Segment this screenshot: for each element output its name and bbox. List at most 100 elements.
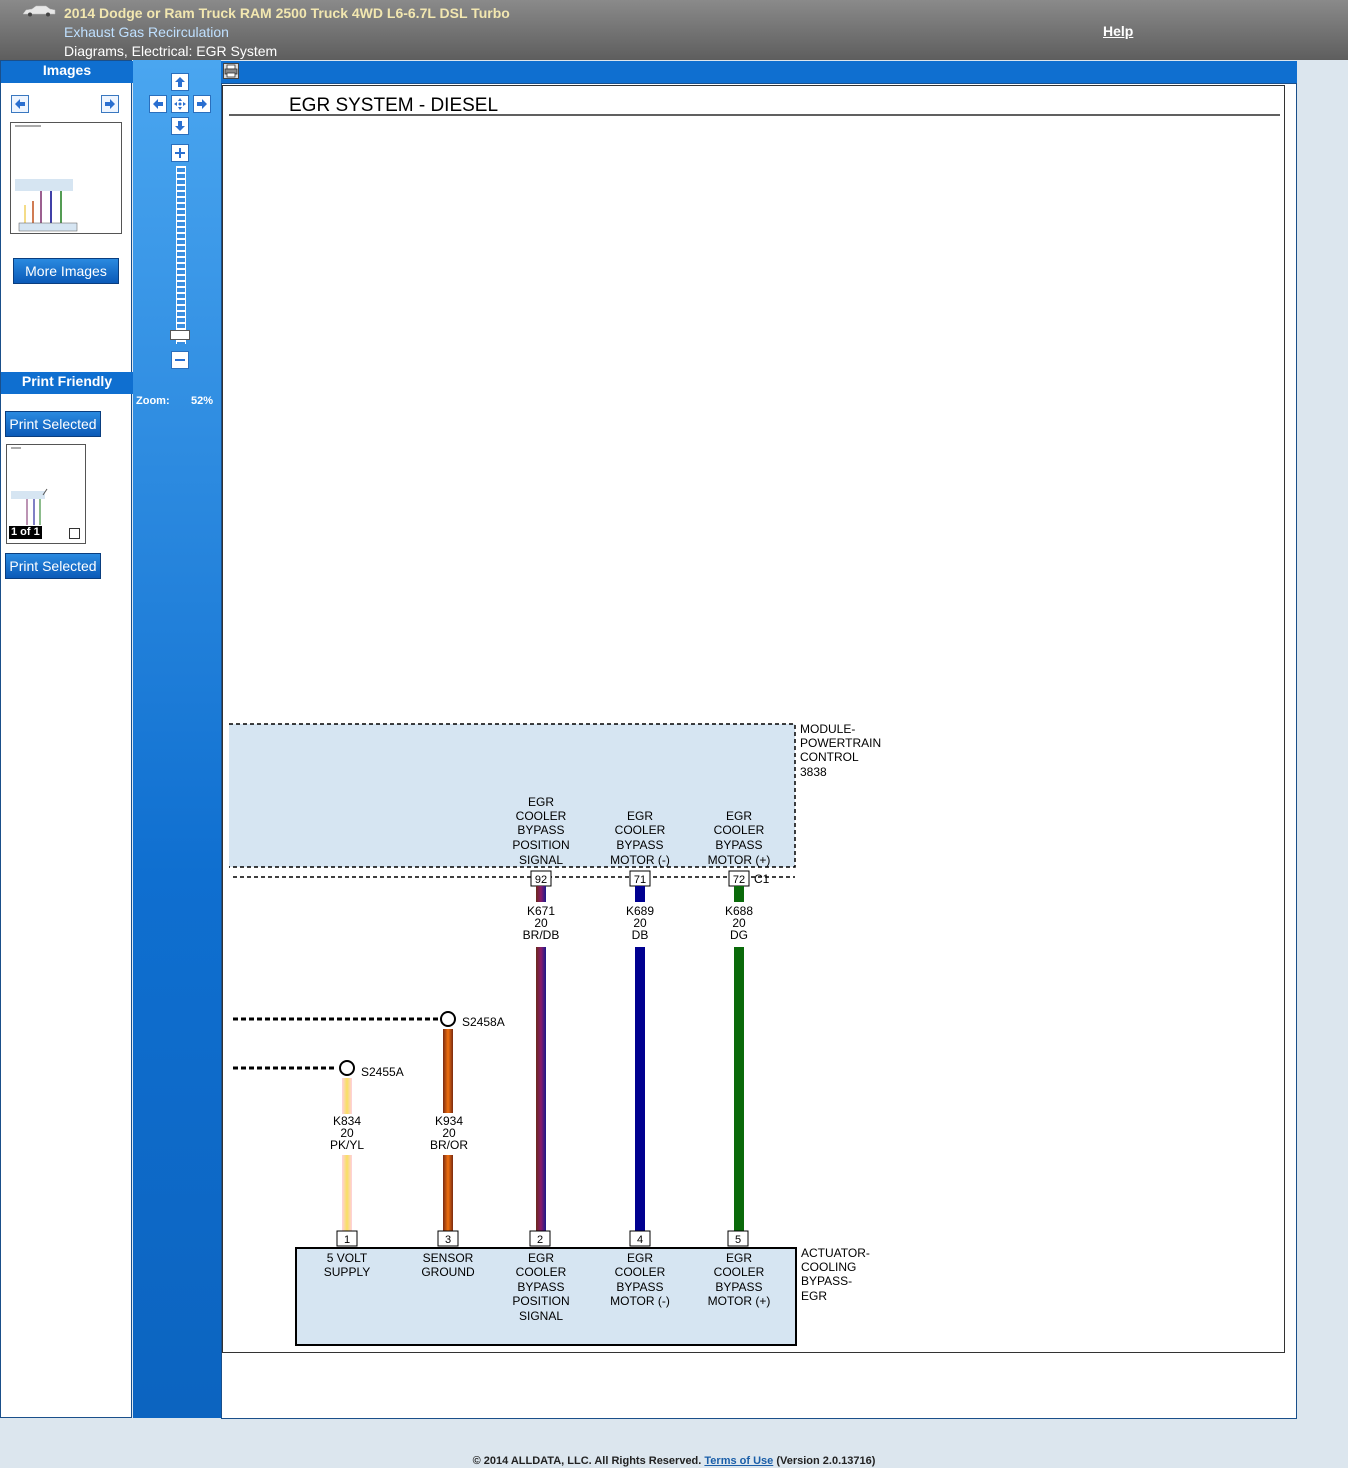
car-icon	[22, 5, 56, 17]
diagram-title: EGR SYSTEM - DIESEL	[289, 95, 498, 116]
splice-s2458a-label: S2458A	[462, 1015, 505, 1029]
svg-text:EGR: EGR	[528, 1251, 554, 1265]
svg-text:POWERTRAIN: POWERTRAIN	[800, 736, 881, 750]
svg-text:BYPASS: BYPASS	[517, 1280, 564, 1294]
actuator-label: ACTUATOR- COOLING BYPASS- EGR	[801, 1246, 870, 1303]
svg-text:COOLER: COOLER	[714, 1265, 765, 1279]
svg-text:COOLER: COOLER	[615, 1265, 666, 1279]
pan-down-button[interactable]	[171, 117, 189, 135]
svg-text:EGR: EGR	[726, 1251, 752, 1265]
page-count-label: 1 of 1	[9, 526, 42, 539]
svg-text:BR/DB: BR/DB	[523, 928, 560, 942]
svg-text:3838: 3838	[800, 765, 827, 779]
print-selected-button-bottom[interactable]: Print Selected	[5, 553, 101, 579]
svg-text:EGR: EGR	[726, 809, 752, 823]
copyright-text: © 2014 ALLDATA, LLC. All Rights Reserved…	[472, 1455, 702, 1467]
wire-k934-label: K934 20 BR/OR	[430, 1114, 468, 1152]
footer: © 2014 ALLDATA, LLC. All Rights Reserved…	[0, 1455, 1348, 1467]
svg-text:COOLER: COOLER	[516, 809, 567, 823]
arrow-left-icon	[153, 99, 163, 109]
more-images-button[interactable]: More Images	[13, 258, 119, 284]
svg-text:BYPASS: BYPASS	[616, 1280, 663, 1294]
wire-k689	[635, 947, 645, 1237]
svg-text:4: 4	[637, 1234, 643, 1246]
pan-up-button[interactable]	[171, 73, 189, 91]
printer-icon	[224, 64, 238, 78]
connector-c1-label: C1	[754, 872, 770, 886]
wire-k671-label: K671 20 BR/DB	[523, 904, 560, 942]
arrow-up-icon	[175, 77, 185, 87]
next-image-button[interactable]	[101, 95, 119, 113]
svg-text:BR/OR: BR/OR	[430, 1138, 468, 1152]
svg-text:COOLER: COOLER	[615, 823, 666, 837]
section-link[interactable]: Exhaust Gas Recirculation	[64, 24, 229, 40]
pcm-pin-92: 92	[530, 870, 552, 887]
zoom-label: Zoom:	[136, 395, 170, 407]
pcm-pin-71: 71	[629, 870, 651, 887]
svg-text:PK/YL: PK/YL	[330, 1138, 364, 1152]
print-selected-button-top[interactable]: Print Selected	[5, 411, 101, 437]
svg-text:POSITION: POSITION	[512, 1294, 569, 1308]
actuator-pin-5: 5	[727, 1230, 749, 1247]
wire-k689-top	[635, 886, 645, 902]
pcm-module-label: MODULE- POWERTRAIN CONTROL 3838	[800, 722, 881, 779]
svg-text:COOLING: COOLING	[801, 1260, 856, 1274]
actuator-pin-3: 3	[437, 1230, 459, 1247]
svg-text:BYPASS: BYPASS	[715, 838, 762, 852]
help-link[interactable]: Help	[1103, 23, 1133, 39]
zoom-slider-handle[interactable]	[170, 330, 190, 340]
previous-image-button[interactable]	[11, 95, 29, 113]
svg-text:MOTOR (+): MOTOR (+)	[708, 853, 771, 867]
arrow-right-icon	[105, 99, 115, 109]
actuator-pin-1-label: 5 VOLT SUPPLY	[324, 1251, 370, 1279]
zoom-out-button[interactable]	[171, 351, 189, 369]
egr-wiring-diagram: EGR SYSTEM - DIESEL MODULE- POWERTRAIN C…	[229, 95, 1280, 1346]
svg-text:MODULE-: MODULE-	[800, 722, 855, 736]
splice-s2455a-label: S2455A	[361, 1065, 404, 1079]
svg-text:DB: DB	[632, 928, 649, 942]
actuator-pin-2: 2	[529, 1230, 551, 1247]
print-icon[interactable]	[223, 63, 239, 79]
wire-k934-top	[443, 1029, 453, 1113]
svg-text:SIGNAL: SIGNAL	[519, 853, 563, 867]
wire-k688-top	[734, 886, 744, 902]
svg-text:EGR: EGR	[528, 795, 554, 809]
svg-text:COOLER: COOLER	[714, 823, 765, 837]
svg-text:SUPPLY: SUPPLY	[324, 1265, 370, 1279]
viewer-toolbar	[221, 61, 1297, 83]
zoom-value: 52%	[191, 395, 214, 407]
diagram-thumbnail	[15, 125, 78, 232]
svg-text:COOLER: COOLER	[516, 1265, 567, 1279]
svg-text:MOTOR (-): MOTOR (-)	[610, 853, 670, 867]
actuator-pin-4: 4	[629, 1230, 651, 1247]
svg-text:DG: DG	[730, 928, 748, 942]
print-friendly-title: Print Friendly	[1, 372, 133, 394]
image-thumbnail[interactable]	[10, 122, 122, 234]
svg-text:71: 71	[634, 874, 646, 886]
zoom-slider-track[interactable]	[176, 166, 186, 344]
svg-text:GROUND: GROUND	[421, 1265, 475, 1279]
print-select-checkbox[interactable]	[69, 528, 80, 539]
terms-of-use-link[interactable]: Terms of Use	[704, 1455, 773, 1467]
pan-center-button[interactable]	[171, 95, 189, 113]
left-panel: Images More Images Print Friendly Print …	[0, 60, 133, 1418]
svg-text:BYPASS-: BYPASS-	[801, 1274, 852, 1288]
pan-left-button[interactable]	[149, 95, 167, 113]
zoom-in-button[interactable]	[171, 144, 189, 162]
svg-text:SIGNAL: SIGNAL	[519, 1309, 563, 1323]
wire-k934	[443, 1155, 453, 1237]
svg-text:92: 92	[535, 874, 547, 886]
splice-s2458a	[440, 1011, 456, 1027]
svg-text:EGR: EGR	[801, 1289, 827, 1303]
wiring-diagram[interactable]: EGR SYSTEM - DIESEL MODULE- POWERTRAIN C…	[222, 85, 1285, 1353]
print-thumbnail[interactable]: 1 of 1	[6, 444, 86, 544]
version-text: (Version 2.0.13716)	[776, 1455, 876, 1467]
wire-k689-label: K689 20 DB	[626, 904, 654, 942]
pan-right-button[interactable]	[193, 95, 211, 113]
svg-text:5 VOLT: 5 VOLT	[327, 1251, 368, 1265]
svg-text:BYPASS: BYPASS	[517, 823, 564, 837]
svg-text:POSITION: POSITION	[512, 838, 569, 852]
wire-k671-top	[536, 886, 546, 902]
move-center-icon	[174, 98, 186, 110]
minus-icon	[175, 359, 185, 361]
